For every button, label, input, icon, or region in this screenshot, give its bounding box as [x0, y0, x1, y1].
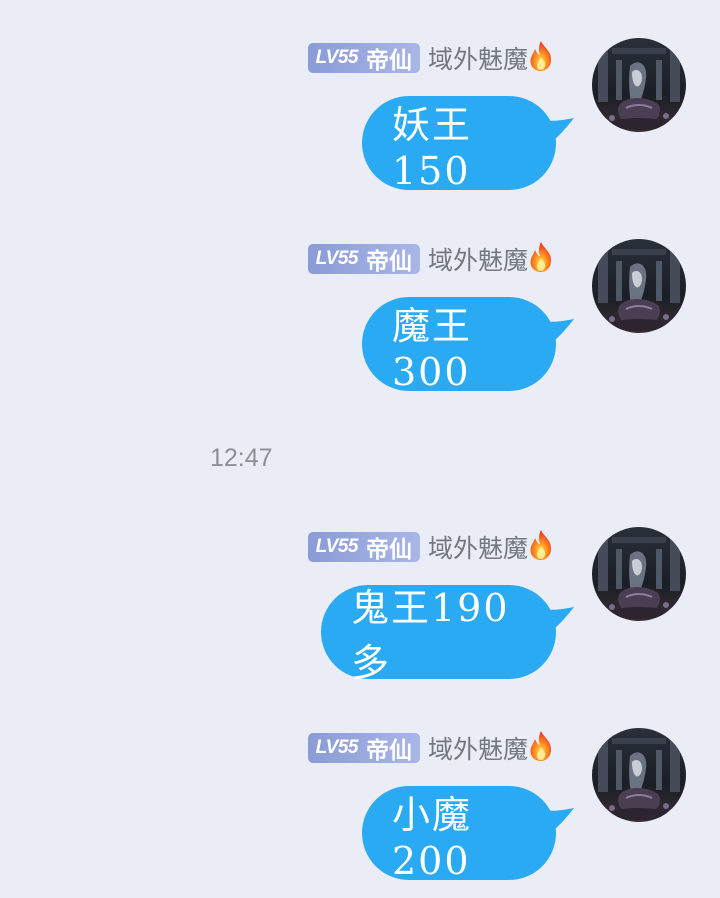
level-badge[interactable]: LV55 帝仙: [307, 733, 420, 764]
level-badge[interactable]: LV55 帝仙: [307, 43, 420, 74]
level-text: LV55: [315, 47, 359, 68]
bubble-tail: [540, 118, 574, 146]
message-bubble[interactable]: 小魔200: [362, 786, 574, 883]
rank-title: 帝仙: [365, 738, 412, 764]
message-text: 妖王150: [392, 102, 473, 193]
message-text: 鬼王190多: [351, 586, 510, 685]
sender-header: LV55 帝仙 域外魅魔: [307, 730, 556, 766]
message-bubble[interactable]: 魔王300: [362, 297, 574, 394]
level-text: LV55: [315, 536, 359, 557]
avatar[interactable]: [592, 527, 686, 621]
message-text: 小魔200: [392, 792, 473, 883]
level-badge[interactable]: LV55 帝仙: [307, 532, 420, 563]
rank-title: 帝仙: [365, 249, 412, 275]
message-text: 魔王300: [392, 303, 473, 394]
message-item: LV55 帝仙 域外魅魔 鬼王190多: [0, 527, 720, 697]
fire-icon: [526, 730, 556, 762]
level-badge[interactable]: LV55 帝仙: [307, 244, 420, 275]
chat-area: LV55 帝仙 域外魅魔 妖王150 LV55 帝仙 域外魅魔 魔王300 12…: [0, 0, 720, 883]
sender-nickname[interactable]: 域外魅魔: [428, 241, 528, 277]
sender-header: LV55 帝仙 域外魅魔: [307, 241, 556, 277]
fire-icon: [526, 529, 556, 561]
avatar[interactable]: [592, 38, 686, 132]
bubble-tail: [540, 607, 574, 635]
level-text: LV55: [315, 737, 359, 758]
avatar[interactable]: [592, 239, 686, 333]
fire-icon: [526, 241, 556, 273]
message-item: LV55 帝仙 域外魅魔 魔王300: [0, 239, 720, 409]
sender-nickname[interactable]: 域外魅魔: [428, 40, 528, 76]
rank-title: 帝仙: [365, 537, 412, 563]
sender-header: LV55 帝仙 域外魅魔: [307, 40, 556, 76]
message-item: LV55 帝仙 域外魅魔 小魔200: [0, 728, 720, 898]
bubble-tail: [540, 319, 574, 347]
message-timestamp: 12:47: [210, 444, 273, 472]
level-text: LV55: [315, 248, 359, 269]
rank-title: 帝仙: [365, 48, 412, 74]
sender-nickname[interactable]: 域外魅魔: [428, 529, 528, 565]
fire-icon: [526, 40, 556, 72]
bubble-tail: [540, 808, 574, 836]
message-bubble[interactable]: 妖王150: [362, 96, 574, 193]
sender-nickname[interactable]: 域外魅魔: [428, 730, 528, 766]
message-bubble[interactable]: 鬼王190多: [321, 585, 574, 685]
avatar[interactable]: [592, 728, 686, 822]
message-item: LV55 帝仙 域外魅魔 妖王150: [0, 38, 720, 208]
sender-header: LV55 帝仙 域外魅魔: [307, 529, 556, 565]
